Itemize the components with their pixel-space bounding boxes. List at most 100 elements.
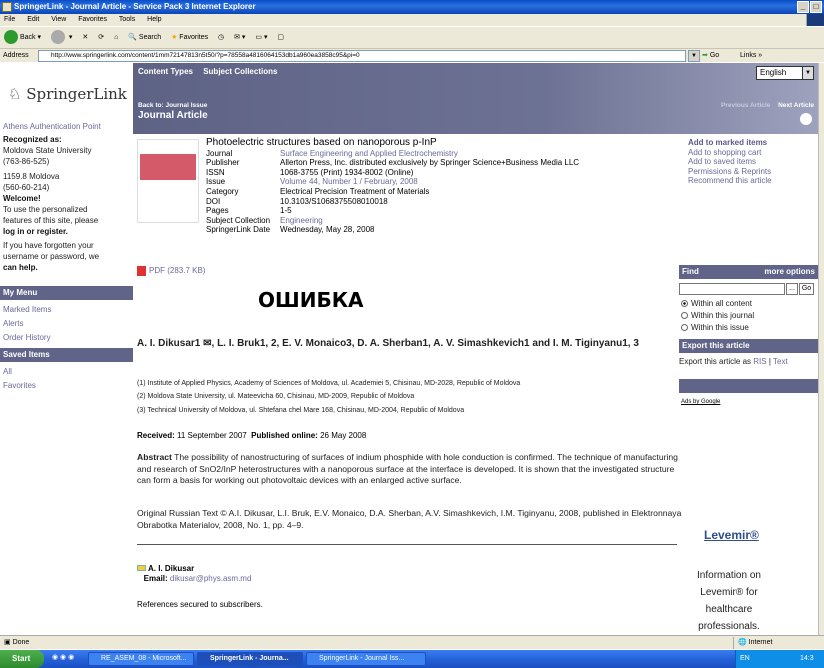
ris-link[interactable]: RIS xyxy=(753,357,766,366)
order-history-link[interactable]: Order History xyxy=(3,333,51,342)
meta-row: Publisher Allerton Press, Inc. distribute… xyxy=(206,158,589,168)
menu-favorites[interactable]: Favorites xyxy=(78,16,107,23)
go-arrow-icon: ➡ xyxy=(702,52,708,59)
minimize-button[interactable]: _ xyxy=(797,1,809,13)
athens-link[interactable]: Athens Authentication Point xyxy=(3,122,101,131)
levemir-ad-link[interactable]: Levemir® xyxy=(704,528,759,542)
stop-button[interactable]: ✕ xyxy=(82,27,88,49)
search-button[interactable]: 🔍 Search xyxy=(128,27,161,49)
subject-collection-link[interactable]: Engineering xyxy=(280,216,589,226)
address-input[interactable]: http://www.springerlink.com/content/1mm7… xyxy=(38,50,686,62)
add-to-saved-link[interactable]: Add to saved items xyxy=(688,157,756,166)
favorites-button[interactable]: ★ Favorites xyxy=(171,27,208,49)
my-menu-header: My Menu xyxy=(0,286,133,300)
article-title: Photoelectric structures based on nanopo… xyxy=(206,137,437,148)
taskbar: Start ◉ ◉ ◉ RE_ASEM_08 - Microsoft... Sp… xyxy=(0,650,824,668)
go-button[interactable]: ➡ Go xyxy=(702,50,732,62)
history-button[interactable]: ◷ xyxy=(218,27,224,49)
meta-value: Allerton Press, Inc. distributed exclusi… xyxy=(280,158,580,168)
home-button[interactable]: ⌂ xyxy=(114,27,118,49)
email-link[interactable]: dikusar@phys.asm.md xyxy=(170,574,251,583)
content-types-link[interactable]: Content Types xyxy=(138,67,193,76)
pdf-link[interactable]: PDF (283.7 KB) xyxy=(137,266,205,276)
ad-line: Information on xyxy=(697,570,761,581)
all-link[interactable]: All xyxy=(3,367,12,376)
taskbar-springerlink-active[interactable]: SpringerLink - Journa... xyxy=(197,652,303,666)
menu-edit[interactable]: Edit xyxy=(27,16,39,23)
meta-row: Issue Volume 44, Number 1 / February, 200… xyxy=(206,177,589,187)
error-heading: ОШИБКА xyxy=(258,288,364,312)
language-indicator[interactable]: EN xyxy=(740,650,750,668)
links-button[interactable]: Links » xyxy=(740,49,762,63)
envelope-icon xyxy=(137,565,146,571)
address-label: Address xyxy=(3,52,29,59)
previous-article-link[interactable]: Previous Article xyxy=(721,102,770,109)
menu-tools[interactable]: Tools xyxy=(119,16,135,23)
meta-value: Wednesday, May 28, 2008 xyxy=(280,225,375,235)
meta-key: ISSN xyxy=(206,167,225,177)
clock: 14:3 xyxy=(800,655,814,662)
find-header: Find more options xyxy=(679,265,818,279)
back-button[interactable]: Back ▾ xyxy=(4,27,41,49)
radio-icon xyxy=(681,324,688,331)
alerts-link[interactable]: Alerts xyxy=(3,319,23,328)
menu-help[interactable]: Help xyxy=(147,16,161,23)
favorites-link[interactable]: Favorites xyxy=(3,381,36,390)
more-options-link[interactable]: more options xyxy=(764,265,815,279)
permissions-link[interactable]: Permissions & Reprints xyxy=(688,167,771,176)
menu-file[interactable]: File xyxy=(4,16,15,23)
levemir-ad-text[interactable]: Information on Levemir® for healthcare p… xyxy=(679,567,779,635)
issue-link[interactable]: Volume 44, Number 1 / February, 2008 xyxy=(280,177,589,187)
taskbar-springerlink-issue[interactable]: SpringerLink - Journal Iss... xyxy=(306,652,426,666)
ad-line: healthcare xyxy=(705,604,753,615)
address-dropdown-button[interactable]: ▼ xyxy=(688,50,700,62)
window-titlebar: SpringerLink - Journal Article - Service… xyxy=(0,0,824,14)
text-link[interactable]: Text xyxy=(773,357,788,366)
ad-line: Levemir® for xyxy=(700,587,758,598)
mail-button[interactable]: ✉ ▾ xyxy=(234,27,245,49)
menu-bar: File Edit View Favorites Tools Help xyxy=(0,14,824,26)
back-to-issue-link[interactable]: Back to: Journal Issue xyxy=(138,102,207,109)
find-options-button[interactable]: ... xyxy=(786,283,798,295)
menu-view[interactable]: View xyxy=(51,16,66,23)
article-dates: Received: 11 September 2007 Published on… xyxy=(137,431,366,440)
subject-collections-link[interactable]: Subject Collections xyxy=(203,67,277,76)
page-icon: ▣ xyxy=(4,639,11,646)
vertical-scrollbar[interactable] xyxy=(818,63,824,635)
radio-all-content[interactable]: Within all content xyxy=(681,299,752,308)
login-register-link[interactable]: log in or register. xyxy=(3,227,68,236)
start-button[interactable]: Start xyxy=(0,650,44,668)
ad-line: professionals. xyxy=(698,621,760,632)
radio-this-issue[interactable]: Within this issue xyxy=(681,323,749,332)
edit-button[interactable]: ▢ xyxy=(277,27,284,49)
welcome-label: Welcome! xyxy=(3,194,41,203)
find-go-button[interactable]: Go xyxy=(799,283,814,295)
quicklaunch-icons[interactable]: ◉ ◉ ◉ xyxy=(52,653,74,661)
meta-key: Pages xyxy=(206,206,229,216)
springerlink-logo[interactable]: ♘ SpringerLink xyxy=(8,85,127,103)
taskbar-word-document[interactable]: RE_ASEM_08 - Microsoft... xyxy=(88,652,194,666)
next-article-link[interactable]: Next Article xyxy=(778,102,814,109)
original-text-note: Original Russian Text © A.I. Dikusar, L.… xyxy=(137,508,682,530)
abstract: Abstract The possibility of nanostructur… xyxy=(137,452,682,487)
add-to-marked-link[interactable]: Add to marked items xyxy=(688,138,767,147)
marked-items-link[interactable]: Marked Items xyxy=(3,305,51,314)
maximize-button[interactable]: □ xyxy=(810,1,822,13)
recommend-link[interactable]: Recommend this article xyxy=(688,176,772,185)
language-select[interactable]: English ▼ xyxy=(756,66,814,80)
ads-by-google-link[interactable]: Ads by Google xyxy=(681,399,720,405)
find-input[interactable] xyxy=(679,283,785,295)
personal-text-1: To use the personalized xyxy=(3,205,88,214)
journal-link[interactable]: Surface Engineering and Applied Electroc… xyxy=(280,149,589,159)
meta-value: 10.3103/S1068375508010018 xyxy=(280,196,388,206)
radio-this-journal[interactable]: Within this journal xyxy=(681,311,754,320)
abstract-label: Abstract xyxy=(137,452,172,462)
refresh-button[interactable]: ⟳ xyxy=(98,27,104,49)
print-icon[interactable] xyxy=(800,113,812,125)
received-date: 11 September 2007 xyxy=(177,431,247,440)
help-link[interactable]: can help. xyxy=(3,263,38,272)
print-button[interactable]: ▭ ▾ xyxy=(255,27,267,49)
meta-value: 1-5 xyxy=(280,206,292,216)
forward-button[interactable]: ▾ xyxy=(50,27,72,49)
add-to-cart-link[interactable]: Add to shopping cart xyxy=(688,148,761,157)
